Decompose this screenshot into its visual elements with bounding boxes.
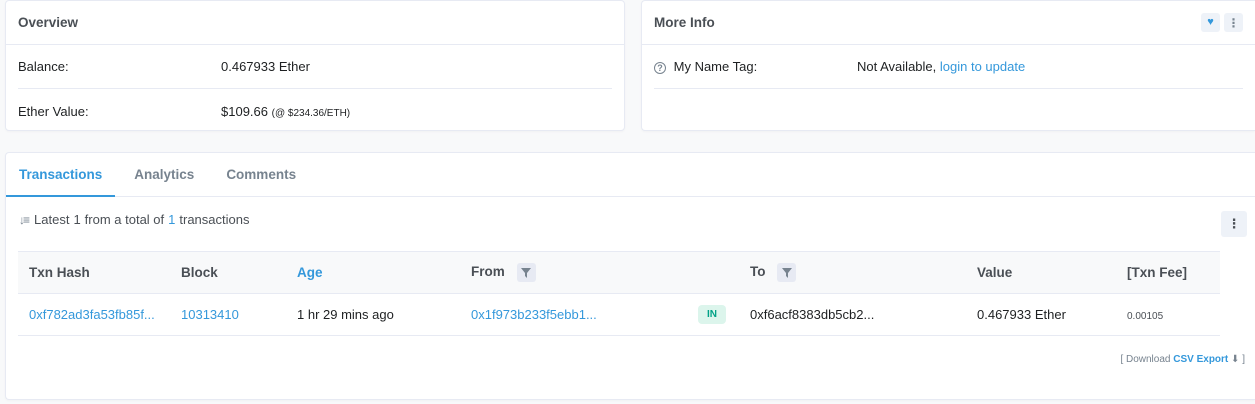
to-cell: 0xf6acf8383db5cb2... [739, 293, 966, 336]
ether-value-usd: $109.66 [221, 103, 268, 119]
tab-comments[interactable]: Comments [213, 153, 309, 196]
value-cell: 0.467933 Ether [966, 293, 1116, 336]
from-cell: 0x1f973b233f5ebb1... [460, 293, 687, 336]
more-info-card: More Info ♥ ⋮ ? My Name Tag: Not Availab… [641, 0, 1255, 131]
more-info-title: More Info [654, 15, 715, 30]
header-value: Value [966, 251, 1116, 294]
more-options-icon[interactable]: ⋮ [1224, 13, 1243, 32]
download-open: [ Download [1120, 354, 1171, 365]
summary-total: 1 [168, 212, 176, 227]
from-address-link[interactable]: 0x1f973b233f5ebb1... [471, 307, 597, 322]
ether-value-label: Ether Value: [18, 103, 89, 119]
login-to-update-link[interactable]: login to update [940, 59, 1025, 74]
header-txn-fee[interactable]: [Txn Fee] [1116, 251, 1220, 294]
filter-icon[interactable] [777, 263, 797, 282]
table-row: 0xf782ad3fa53fb85f... 10313410 1 hr 29 m… [18, 293, 1220, 336]
balance-value: 0.467933 Ether [221, 59, 310, 74]
heart-icon[interactable]: ♥ [1201, 13, 1220, 32]
balance-row: Balance: 0.467933 Ether [18, 45, 612, 89]
question-circle-icon: ? [654, 62, 666, 74]
transactions-summary: ↓≡ Latest 1 from a total of 1 transactio… [19, 212, 249, 227]
more-info-header: More Info ♥ ⋮ [642, 1, 1255, 45]
fee-value: 0.00105 [1127, 311, 1164, 322]
table-header-row: Txn Hash Block Age From To Value [Txn Fe… [18, 251, 1220, 294]
name-tag-value-wrap: Not Available, login to update [857, 59, 1025, 74]
header-direction [687, 251, 739, 294]
fee-cell: 0.00105 [1116, 293, 1220, 336]
direction-cell: IN [687, 293, 739, 336]
ether-value-row: Ether Value: $109.66 (@ $234.36/ETH) [18, 89, 612, 133]
header-txn-hash: Txn Hash [18, 251, 170, 294]
summary-prefix: Latest [34, 212, 70, 227]
filter-icon[interactable] [516, 263, 536, 282]
summary-count: 1 [73, 212, 81, 227]
header-block: Block [170, 251, 286, 294]
txn-hash-link[interactable]: 0xf782ad3fa53fb85f... [29, 307, 155, 322]
header-from-wrap: From [460, 251, 687, 294]
transactions-card: Transactions Analytics Comments ↓≡ Lates… [5, 152, 1255, 400]
name-tag-label: My Name Tag: [673, 59, 758, 74]
name-tag-row: ? My Name Tag: Not Available, login to u… [654, 45, 1243, 89]
direction-badge: IN [698, 305, 726, 324]
summary-middle: from a total of [84, 212, 165, 227]
overview-title: Overview [18, 15, 79, 30]
txn-hash-cell: 0xf782ad3fa53fb85f... [18, 293, 170, 336]
sort-amount-down-icon: ↓≡ [19, 212, 30, 227]
transactions-table: Txn Hash Block Age From To Value [Txn Fe… [18, 251, 1220, 336]
summary-suffix: transactions [179, 212, 250, 227]
tab-bar: Transactions Analytics Comments [6, 153, 1255, 197]
name-tag-value: Not Available, [857, 59, 937, 74]
download-csv: [ Download CSV Export ⬇ ] [1120, 354, 1245, 365]
header-age[interactable]: Age [286, 251, 460, 294]
overview-card: Overview Balance: 0.467933 Ether Ether V… [5, 0, 625, 131]
age-cell: 1 hr 29 mins ago [286, 293, 460, 336]
balance-label: Balance: [18, 59, 69, 74]
name-tag-label-wrap: ? My Name Tag: [654, 59, 857, 74]
block-cell: 10313410 [170, 293, 286, 336]
header-from: From [471, 264, 505, 280]
download-icon[interactable]: ⬇ [1231, 354, 1239, 365]
ether-value-amount: $109.66 (@ $234.36/ETH) [221, 104, 350, 119]
tab-analytics[interactable]: Analytics [121, 153, 207, 196]
header-to: To [750, 264, 766, 280]
more-info-actions: ♥ ⋮ [1201, 13, 1243, 32]
overview-header: Overview [6, 1, 624, 45]
block-link[interactable]: 10313410 [181, 307, 239, 322]
csv-export-link[interactable]: CSV Export [1173, 354, 1228, 365]
header-to-wrap: To [739, 251, 966, 294]
ether-price-rate: (@ $234.36/ETH) [271, 107, 351, 119]
tab-transactions[interactable]: Transactions [6, 153, 116, 197]
download-close: ] [1242, 354, 1245, 365]
table-menu-button[interactable]: ⋮ [1221, 211, 1247, 237]
